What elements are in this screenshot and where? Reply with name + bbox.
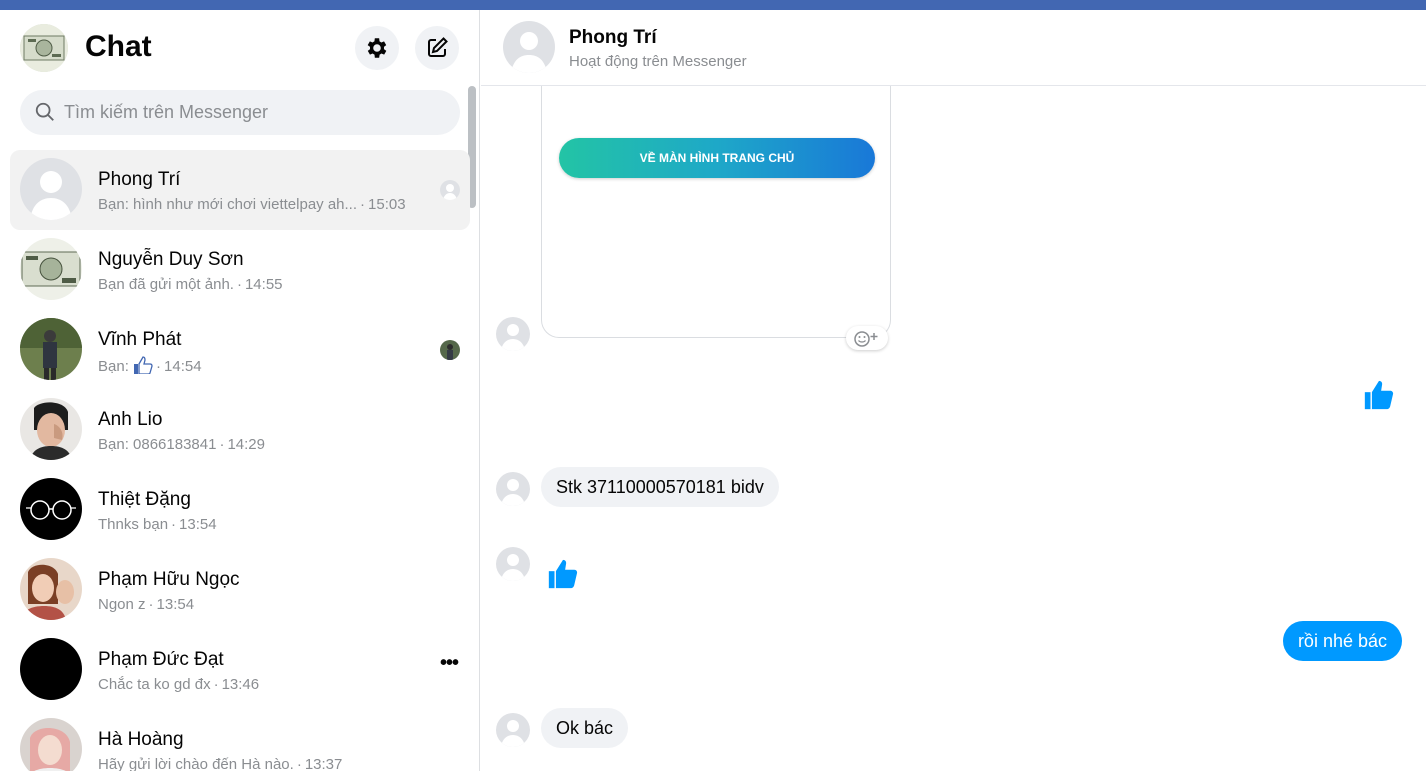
conversation-preview: Hãy gửi lời chào đến Hà nào. · 13:37: [98, 756, 343, 771]
browser-top-bar: [0, 0, 1426, 10]
message-avatar: [496, 317, 530, 351]
conversation-preview: Bạn: 0866183841 · 14:29: [98, 436, 265, 453]
conversation-preview: Bạn đã gửi một ảnh. · 14:55: [98, 276, 283, 293]
avatar: [20, 318, 82, 380]
conversation-item[interactable]: Nguyễn Duy Sơn Bạn đã gửi một ảnh. · 14:55: [10, 230, 470, 310]
avatar: [20, 558, 82, 620]
thumbs-up-icon: [1364, 380, 1394, 410]
message-avatar: [496, 472, 530, 506]
chat-panel: Phong Trí Hoạt động trên Messenger VỀ MÀ…: [481, 10, 1426, 771]
react-button[interactable]: [846, 326, 888, 350]
message-avatar: [496, 713, 530, 747]
conversation-name: Nguyễn Duy Sơn: [98, 249, 244, 270]
avatar: [20, 398, 82, 460]
avatar: [20, 238, 82, 300]
conversation-item[interactable]: Phạm Hữu Ngọc Ngon z · 13:54: [10, 550, 470, 630]
sidebar-title: Chat: [85, 30, 152, 63]
conversation-preview: Thnks bạn · 13:54: [98, 516, 217, 533]
card-home-button[interactable]: VỀ MÀN HÌNH TRANG CHỦ: [559, 138, 875, 178]
message-avatar: [496, 547, 530, 581]
conversation-name: Thiệt Đặng: [98, 489, 191, 510]
conversation-sidebar: Chat Phong Trí Bạn: hìn: [0, 10, 480, 771]
shared-card[interactable]: VỀ MÀN HÌNH TRANG CHỦ: [541, 66, 891, 338]
emoji-add-icon: [854, 331, 878, 347]
compose-icon: [428, 37, 448, 57]
conversation-item[interactable]: Vĩnh Phát Bạn: · 14:54: [10, 310, 470, 390]
conversation-list: Phong Trí Bạn: hình như mới chơi viettel…: [10, 150, 470, 771]
search-icon: [35, 102, 54, 121]
conversation-preview: Bạn: · 14:54: [98, 356, 202, 375]
contact-avatar[interactable]: [503, 21, 555, 73]
avatar: [20, 478, 82, 540]
conversation-name: Anh Lio: [98, 409, 163, 430]
message-area: VỀ MÀN HÌNH TRANG CHỦ Stk 37110000570181…: [481, 66, 1426, 771]
contact-status: Hoạt động trên Messenger: [569, 53, 747, 70]
avatar: [20, 718, 82, 771]
conversation-item[interactable]: Hà Hoàng Hãy gửi lời chào đến Hà nào. · 13…: [10, 710, 470, 771]
conversation-item[interactable]: Anh Lio Bạn: 0866183841 · 14:29: [10, 390, 470, 470]
conversation-item[interactable]: Phạm Đức Đạt Chắc ta ko gd đx · 13:46 •••: [10, 630, 470, 710]
gear-icon: [367, 38, 387, 58]
avatar: [20, 638, 82, 700]
settings-button[interactable]: [355, 26, 399, 70]
conversation-name: Phạm Đức Đạt: [98, 649, 224, 670]
conversation-name: Vĩnh Phát: [98, 329, 182, 350]
conversation-name: Hà Hoàng: [98, 729, 184, 750]
compose-button[interactable]: [415, 26, 459, 70]
conversation-preview: Ngon z · 13:54: [98, 596, 195, 613]
conversation-item[interactable]: Thiệt Đặng Thnks bạn · 13:54: [10, 470, 470, 550]
conversation-item[interactable]: Phong Trí Bạn: hình như mới chơi viettel…: [10, 150, 470, 230]
seen-avatar: [440, 340, 460, 360]
conversation-name: Phong Trí: [98, 169, 181, 190]
sidebar-header: Chat: [20, 24, 460, 72]
thumbs-up-icon: [134, 356, 153, 375]
avatar: [20, 158, 82, 220]
search-input[interactable]: [64, 90, 444, 135]
contact-name[interactable]: Phong Trí: [569, 27, 657, 49]
message-bubble-outgoing[interactable]: rồi nhé bác: [1282, 621, 1402, 661]
user-avatar[interactable]: [20, 24, 68, 72]
message-bubble-incoming[interactable]: Stk 37110000570181 bidv: [541, 467, 779, 507]
more-icon[interactable]: •••: [440, 652, 459, 675]
search-bar: [20, 90, 460, 135]
thumbs-up-icon: [548, 559, 578, 589]
seen-avatar: [440, 180, 460, 200]
chat-header: Phong Trí Hoạt động trên Messenger: [481, 10, 1426, 86]
message-bubble-incoming[interactable]: Ok bác: [541, 708, 629, 748]
conversation-name: Phạm Hữu Ngọc: [98, 569, 240, 590]
conversation-preview: Chắc ta ko gd đx · 13:46: [98, 676, 260, 693]
conversation-preview: Bạn: hình như mới chơi viettelpay ah... ·…: [98, 196, 406, 213]
